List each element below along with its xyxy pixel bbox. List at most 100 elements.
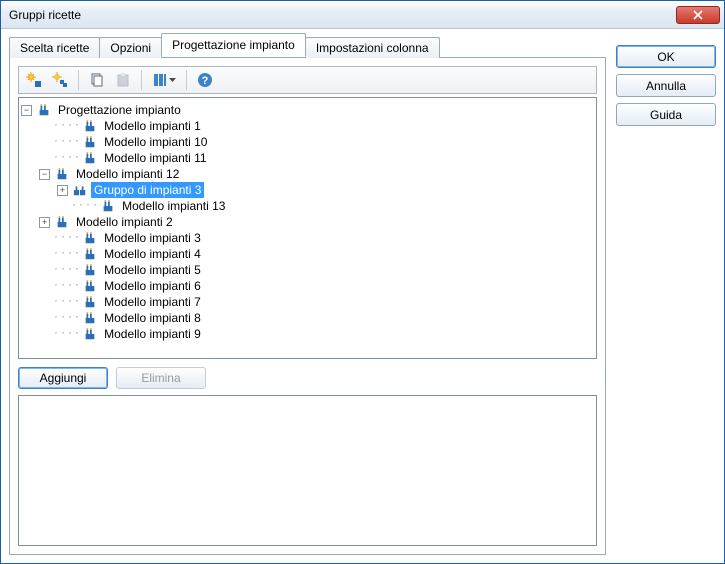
window-title: Gruppi ricette	[9, 8, 81, 22]
toolbar-separator	[141, 70, 142, 90]
plant-icon	[82, 150, 98, 166]
toggle-spacer	[39, 121, 50, 132]
plant-icon	[82, 278, 98, 294]
plant-icon	[36, 102, 52, 118]
plant-icon	[100, 198, 116, 214]
ok-button[interactable]: OK	[616, 45, 716, 68]
toggle-spacer	[57, 201, 68, 212]
paste-icon	[115, 72, 131, 88]
tree-node-label[interactable]: Modello impianti 4	[101, 246, 204, 262]
tree-node[interactable]: ····Modello impianti 4	[21, 246, 594, 262]
toolbar-new-item[interactable]	[23, 69, 45, 91]
plant-icon	[82, 262, 98, 278]
plant-icon	[82, 134, 98, 150]
tree-node[interactable]: ····Modello impianti 7	[21, 294, 594, 310]
tree-node[interactable]: ····Modello impianti 13	[21, 198, 594, 214]
tree-node[interactable]: ····Modello impianti 10	[21, 134, 594, 150]
tree-node[interactable]: ····Modello impianti 9	[21, 326, 594, 342]
dialog-window: Gruppi ricette Scelta ricette Opzioni Pr…	[0, 0, 725, 564]
toggle-spacer	[39, 265, 50, 276]
tree-node[interactable]: − Modello impianti 12	[21, 166, 594, 182]
collapse-toggle[interactable]: −	[21, 105, 32, 116]
toggle-spacer	[39, 313, 50, 324]
details-panel	[18, 395, 597, 546]
collapse-toggle[interactable]: −	[39, 169, 50, 180]
tree-node-label[interactable]: Modello impianti 5	[101, 262, 204, 278]
tree-node-label[interactable]: Modello impianti 1	[101, 118, 204, 134]
toolbar-separator	[186, 70, 187, 90]
sparkle-group-icon	[52, 72, 68, 88]
tab-panel-plant-design: ? −Progettazione impianto····Modello imp…	[9, 57, 606, 555]
dialog-body: Scelta ricette Opzioni Progettazione imp…	[1, 29, 724, 563]
tree-node-label[interactable]: Modello impianti 3	[101, 230, 204, 246]
toolbar-separator	[78, 70, 79, 90]
toggle-spacer	[39, 137, 50, 148]
tree-node-label[interactable]: Modello impianti 13	[119, 198, 228, 214]
add-button[interactable]: Aggiungi	[18, 367, 108, 389]
titlebar: Gruppi ricette	[1, 1, 724, 29]
delete-button: Elimina	[116, 367, 206, 389]
plant-icon	[82, 326, 98, 342]
toolbar: ?	[18, 66, 597, 94]
tree-node[interactable]: ····Modello impianti 5	[21, 262, 594, 278]
toggle-spacer	[39, 329, 50, 340]
cancel-button[interactable]: Annulla	[616, 74, 716, 97]
tree-node[interactable]: ····Modello impianti 3	[21, 230, 594, 246]
tree-node-label[interactable]: Modello impianti 9	[101, 326, 204, 342]
tree-node-label[interactable]: Modello impianti 2	[73, 214, 176, 230]
toolbar-new-subitem[interactable]	[49, 69, 71, 91]
tree-node[interactable]: + Gruppo di impianti 3	[21, 182, 594, 198]
svg-text:?: ?	[202, 75, 209, 87]
help-button[interactable]: Guida	[616, 103, 716, 126]
toggle-spacer	[39, 281, 50, 292]
plant-icon	[54, 214, 70, 230]
tree-node-label[interactable]: Progettazione impianto	[55, 102, 184, 118]
toolbar-help[interactable]: ?	[194, 69, 216, 91]
tree-node-label[interactable]: Gruppo di impianti 3	[91, 182, 204, 198]
side-buttons: OK Annulla Guida	[616, 35, 716, 555]
tree-node[interactable]: ····Modello impianti 11	[21, 150, 594, 166]
tab-bar: Scelta ricette Opzioni Progettazione imp…	[9, 35, 606, 57]
tree-node[interactable]: ····Modello impianti 1	[21, 118, 594, 134]
tab-column-settings[interactable]: Impostazioni colonna	[305, 37, 440, 58]
main-column: Scelta ricette Opzioni Progettazione imp…	[9, 35, 606, 555]
plant-icon	[54, 166, 70, 182]
close-icon	[693, 10, 703, 20]
tree-node-label[interactable]: Modello impianti 10	[101, 134, 210, 150]
chevron-down-icon	[168, 78, 176, 82]
panel-button-row: Aggiungi Elimina	[18, 367, 597, 389]
tree-node-label[interactable]: Modello impianti 7	[101, 294, 204, 310]
plant-icon	[82, 310, 98, 326]
expand-toggle[interactable]: +	[57, 185, 68, 196]
toggle-spacer	[39, 233, 50, 244]
help-icon: ?	[197, 72, 213, 88]
tree-node-label[interactable]: Modello impianti 11	[101, 150, 210, 166]
tab-plant-design[interactable]: Progettazione impianto	[161, 33, 306, 57]
plant-icon	[82, 294, 98, 310]
tree-node-label[interactable]: Modello impianti 6	[101, 278, 204, 294]
plant-icon	[82, 246, 98, 262]
expand-toggle[interactable]: +	[39, 217, 50, 228]
toolbar-paste[interactable]	[112, 69, 134, 91]
tree-node[interactable]: + Modello impianti 2	[21, 214, 594, 230]
toggle-spacer	[39, 153, 50, 164]
toggle-spacer	[39, 297, 50, 308]
tree-node-label[interactable]: Modello impianti 12	[73, 166, 182, 182]
plant-icon	[82, 230, 98, 246]
plant-icon	[82, 118, 98, 134]
toolbar-copy[interactable]	[86, 69, 108, 91]
tree-view[interactable]: −Progettazione impianto····Modello impia…	[18, 97, 597, 359]
toolbar-columns[interactable]	[149, 69, 179, 91]
tab-options[interactable]: Opzioni	[99, 37, 162, 58]
columns-icon	[152, 72, 168, 88]
plant-group-icon	[72, 182, 88, 198]
tree-node[interactable]: − Progettazione impianto	[21, 102, 594, 118]
tree-node[interactable]: ····Modello impianti 6	[21, 278, 594, 294]
tree-node-label[interactable]: Modello impianti 8	[101, 310, 204, 326]
toggle-spacer	[39, 249, 50, 260]
copy-icon	[89, 72, 105, 88]
tree-node[interactable]: ····Modello impianti 8	[21, 310, 594, 326]
close-button[interactable]	[676, 6, 720, 24]
tab-recipe-choice[interactable]: Scelta ricette	[9, 37, 100, 58]
sparkle-factory-icon	[26, 72, 42, 88]
